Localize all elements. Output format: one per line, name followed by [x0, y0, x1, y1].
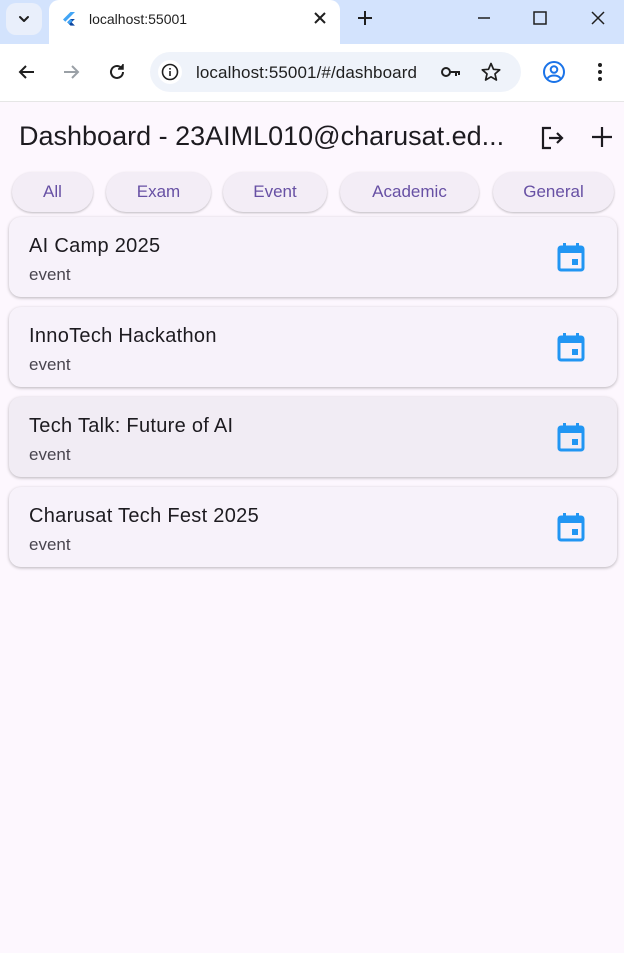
reload-icon[interactable] — [106, 61, 128, 83]
chip-academic[interactable]: Academic — [340, 172, 479, 212]
browser-tab[interactable]: localhost:55001 — [49, 0, 340, 44]
chevron-down-icon — [19, 16, 29, 22]
maximize-icon[interactable] — [530, 8, 550, 28]
chip-exam[interactable]: Exam — [106, 172, 211, 212]
window-close-icon[interactable] — [588, 8, 608, 28]
calendar-icon — [557, 423, 585, 452]
calendar-icon — [557, 513, 585, 542]
logout-icon[interactable] — [538, 124, 566, 152]
forward-arrow-icon[interactable] — [60, 61, 82, 83]
event-card[interactable]: Tech Talk: Future of AI event — [9, 397, 617, 477]
tab-search-button[interactable] — [6, 3, 42, 35]
profile-icon[interactable] — [542, 60, 566, 84]
event-title: Tech Talk: Future of AI — [29, 415, 234, 437]
chip-event[interactable]: Event — [223, 172, 327, 212]
event-card[interactable]: InnoTech Hackathon event — [9, 307, 617, 387]
star-icon[interactable] — [480, 61, 502, 83]
browser-toolbar: localhost:55001/#/dashboard — [0, 44, 624, 102]
event-type: event — [29, 265, 71, 284]
chip-all[interactable]: All — [12, 172, 93, 212]
site-info-button[interactable] — [158, 60, 182, 84]
calendar-icon — [557, 243, 585, 272]
url-text: localhost:55001/#/dashboard — [196, 63, 418, 82]
event-card[interactable]: AI Camp 2025 event — [9, 217, 617, 297]
new-tab-icon[interactable] — [355, 8, 375, 28]
event-title: Charusat Tech Fest 2025 — [29, 505, 259, 527]
back-arrow-icon[interactable] — [16, 61, 38, 83]
browser-tabstrip: localhost:55001 — [0, 0, 624, 44]
flutter-icon — [63, 12, 75, 26]
page-title: Dashboard - 23AIML010@charusat.ed... — [19, 121, 505, 151]
filter-chips: All Exam Event Academic General — [12, 172, 624, 212]
address-bar[interactable]: localhost:55001/#/dashboard — [150, 52, 521, 92]
close-icon[interactable] — [312, 10, 328, 26]
event-type: event — [29, 445, 71, 464]
event-type: event — [29, 535, 71, 554]
chip-general[interactable]: General — [493, 172, 614, 212]
more-vert-icon[interactable] — [588, 60, 612, 84]
event-card[interactable]: Charusat Tech Fest 2025 event — [9, 487, 617, 567]
calendar-icon — [557, 333, 585, 362]
event-title: AI Camp 2025 — [29, 235, 161, 257]
tab-title: localhost:55001 — [89, 11, 188, 27]
add-icon[interactable] — [589, 124, 615, 150]
event-type: event — [29, 355, 71, 374]
minimize-icon[interactable] — [474, 8, 494, 28]
info-icon — [161, 63, 179, 81]
app-bar: Dashboard - 23AIML010@charusat.ed... — [0, 102, 624, 170]
event-title: InnoTech Hackathon — [29, 325, 217, 347]
key-icon[interactable] — [440, 62, 462, 82]
